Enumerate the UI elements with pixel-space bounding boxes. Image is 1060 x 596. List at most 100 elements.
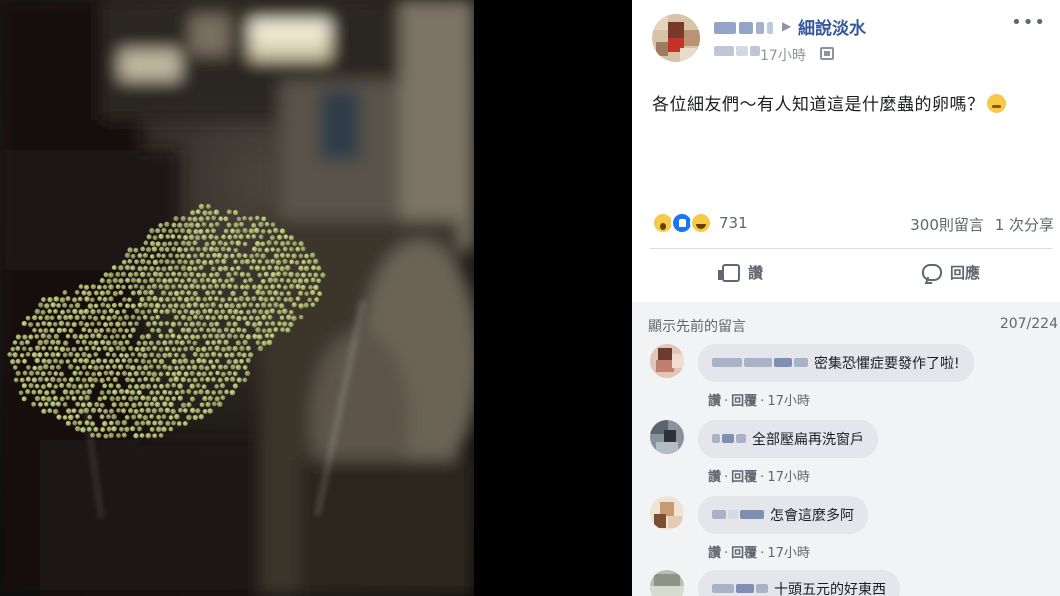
egg-dot xyxy=(205,203,211,209)
poster-name-blurred[interactable] xyxy=(714,22,773,34)
egg-dot xyxy=(267,289,273,296)
like-button-label: 讚 xyxy=(748,264,764,282)
egg-dot xyxy=(230,364,236,370)
egg-dot xyxy=(249,253,255,259)
egg-dot xyxy=(58,359,65,365)
egg-dot xyxy=(195,209,201,215)
egg-dot xyxy=(174,365,179,371)
egg-dot xyxy=(137,377,143,383)
egg-dot xyxy=(102,345,108,351)
egg-dot xyxy=(148,302,155,308)
comment-like-link[interactable]: 讚 xyxy=(708,546,721,561)
comment-reply-link[interactable]: 回覆 xyxy=(731,546,757,561)
commenter-name-blurred[interactable] xyxy=(712,505,764,523)
egg-dot xyxy=(261,265,266,271)
egg-dot xyxy=(118,265,124,271)
avatar[interactable] xyxy=(650,570,684,596)
egg-dot xyxy=(121,419,128,426)
egg-dot xyxy=(71,408,77,414)
comment-timestamp[interactable]: 17小時 xyxy=(767,546,810,561)
avatar[interactable] xyxy=(650,344,684,378)
egg-dot xyxy=(96,321,102,327)
egg-dot xyxy=(81,390,87,395)
egg-dot xyxy=(177,321,182,327)
egg-dot xyxy=(78,395,84,401)
egg-dot xyxy=(131,402,137,408)
egg-dot xyxy=(276,309,283,315)
egg-dot xyxy=(156,253,162,258)
egg-dot xyxy=(106,426,112,432)
privacy-icon[interactable] xyxy=(820,47,834,60)
egg-dot xyxy=(189,407,196,414)
egg-dot xyxy=(223,327,229,333)
commenter-name-blurred[interactable] xyxy=(712,429,746,447)
egg-dot xyxy=(99,278,105,284)
egg-dot xyxy=(251,308,257,314)
avatar[interactable] xyxy=(650,496,684,530)
shares-count-link[interactable]: 1 次分享 xyxy=(995,216,1054,234)
egg-dot xyxy=(155,266,161,272)
egg-dot xyxy=(183,408,188,413)
egg-dot xyxy=(90,284,97,290)
comment-reply-link[interactable]: 回覆 xyxy=(731,394,757,409)
more-options-icon[interactable]: ••• xyxy=(1011,12,1046,33)
egg-dot xyxy=(202,333,208,339)
comment-timestamp[interactable]: 17小時 xyxy=(767,394,810,409)
egg-dot xyxy=(46,358,52,365)
egg-dot xyxy=(239,271,246,278)
egg-dot xyxy=(111,402,117,408)
commenter-name-blurred[interactable] xyxy=(712,579,768,596)
egg-dot xyxy=(161,414,167,420)
egg-dot xyxy=(183,222,190,228)
egg-dot xyxy=(260,302,267,308)
egg-dot xyxy=(121,309,127,314)
egg-dot xyxy=(248,315,254,321)
egg-dot xyxy=(199,327,204,332)
egg-dot xyxy=(62,352,68,358)
egg-dot xyxy=(198,389,204,395)
comment-timestamp[interactable]: 17小時 xyxy=(767,470,810,485)
avatar[interactable] xyxy=(650,420,684,454)
egg-dot xyxy=(158,271,164,278)
egg-dot xyxy=(142,414,149,421)
egg-dot xyxy=(81,377,87,383)
egg-dot xyxy=(99,390,105,396)
egg-dot xyxy=(112,389,118,395)
egg-dot xyxy=(159,395,165,401)
egg-dot xyxy=(58,320,65,327)
comments-count-link[interactable]: 300則留言 xyxy=(910,216,984,234)
reactions-summary[interactable]: 731 xyxy=(652,212,748,234)
group-name-link[interactable]: 細說淡水 xyxy=(798,14,866,39)
egg-dot xyxy=(301,259,307,265)
egg-dot xyxy=(44,377,50,382)
like-button[interactable]: 讚 xyxy=(718,262,764,283)
egg-dot xyxy=(49,364,55,370)
post-timestamp[interactable]: 17小時 xyxy=(760,45,806,65)
avatar[interactable] xyxy=(652,14,700,62)
egg-dot xyxy=(183,334,189,340)
egg-dot xyxy=(133,370,140,377)
egg-dot xyxy=(220,395,226,401)
egg-dot xyxy=(275,259,282,266)
egg-dot xyxy=(81,327,87,333)
egg-dot xyxy=(216,339,222,345)
commenter-name-blurred[interactable] xyxy=(712,353,808,371)
egg-dot xyxy=(179,228,186,234)
comment-button[interactable]: 回應 xyxy=(922,262,980,283)
comment-reply-link[interactable]: 回覆 xyxy=(731,470,757,485)
show-previous-comments-link[interactable]: 顯示先前的留言 xyxy=(648,316,746,336)
comment-like-link[interactable]: 讚 xyxy=(708,394,721,409)
egg-dot xyxy=(31,401,37,407)
egg-dot xyxy=(170,234,176,240)
comment-like-link[interactable]: 讚 xyxy=(708,470,721,485)
egg-dot xyxy=(22,334,28,340)
egg-dot xyxy=(233,358,239,365)
egg-dot xyxy=(183,235,189,241)
egg-dot xyxy=(171,271,177,277)
egg-dot xyxy=(279,265,285,272)
egg-dot xyxy=(171,358,177,365)
egg-dot xyxy=(90,308,96,315)
egg-dot xyxy=(201,222,207,227)
egg-dot xyxy=(205,340,211,346)
egg-dot xyxy=(99,328,105,333)
